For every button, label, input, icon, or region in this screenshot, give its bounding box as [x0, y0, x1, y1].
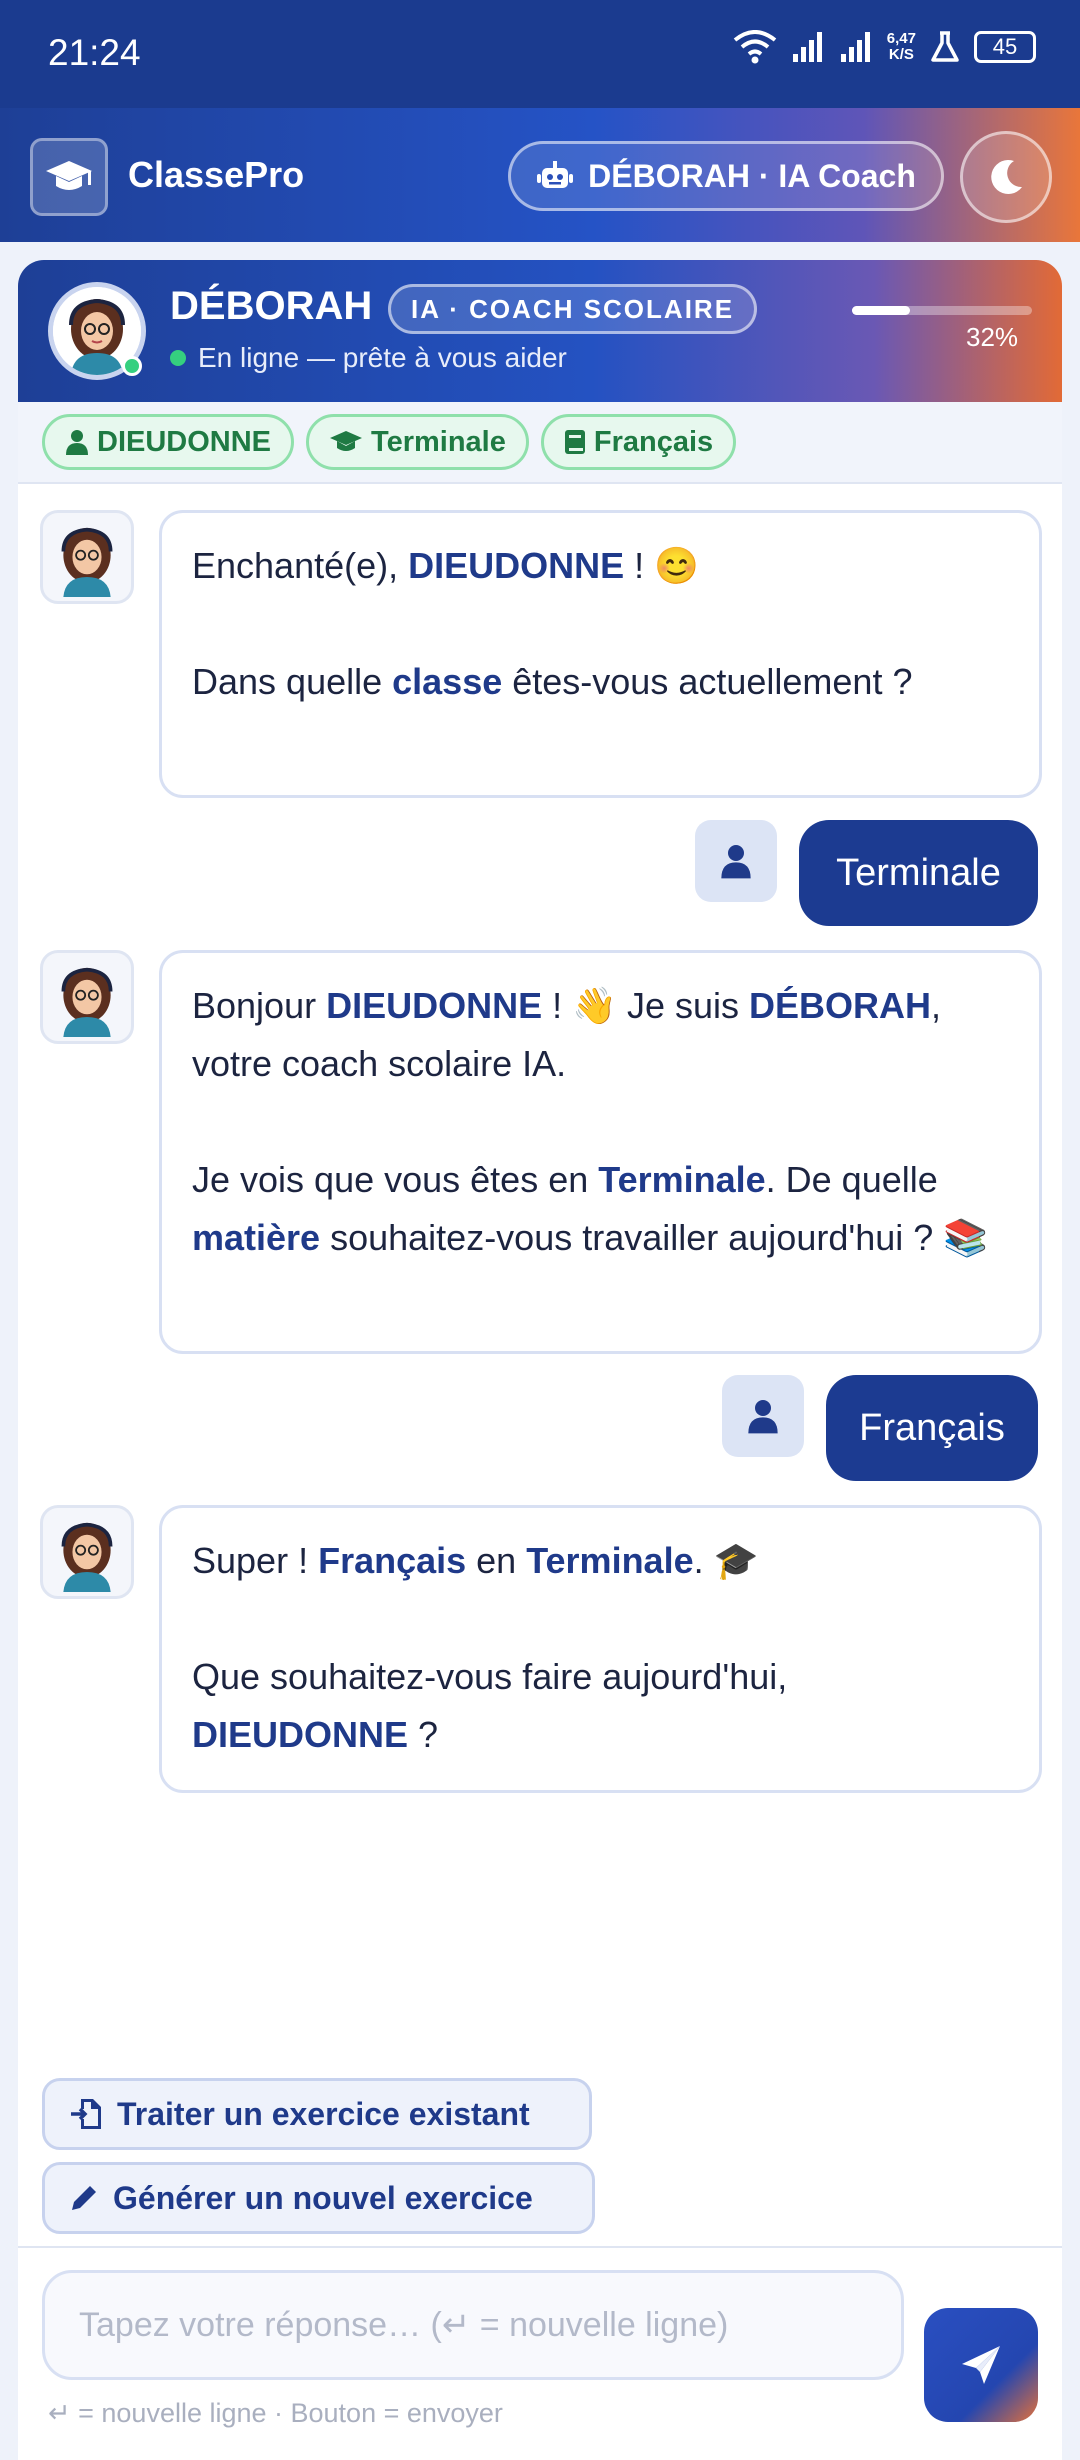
- chat-card: DÉBORAH IA · COACH SCOLAIRE En ligne — p…: [18, 260, 1062, 2460]
- coach-portrait-icon: [61, 527, 113, 597]
- bot-message: Super ! Français en Terminale. 🎓 Que sou…: [159, 1505, 1042, 1793]
- logo: [30, 138, 108, 216]
- message-paragraph: Que souhaitez-vous faire aujourd'hui, DI…: [192, 1656, 788, 1755]
- battery-indicator: 45: [974, 31, 1036, 63]
- progress-bar: [852, 306, 1032, 315]
- moon-icon: [991, 159, 1022, 194]
- coach-portrait-icon: [61, 1522, 113, 1592]
- message-input[interactable]: Tapez votre réponse… (↵ = nouvelle ligne…: [42, 2270, 904, 2380]
- message-paragraph: Super ! Français en Terminale. 🎓: [192, 1540, 759, 1581]
- coach-selector-button[interactable]: DÉBORAH · IA Coach: [508, 141, 944, 211]
- status-dot: [170, 350, 186, 366]
- book-icon: [564, 430, 585, 454]
- coach-portrait-icon: [61, 967, 113, 1037]
- bot-avatar: [40, 950, 134, 1044]
- message-paragraph: Dans quelle classe êtes-vous actuellemen…: [192, 661, 913, 702]
- send-button[interactable]: [924, 2308, 1038, 2422]
- process-existing-label: Traiter un exercice existant: [117, 2095, 530, 2132]
- signal-icon: [792, 32, 822, 62]
- generate-exercise-button[interactable]: Générer un nouvel exercice: [42, 2162, 595, 2234]
- status-icons: 6,47 K/S 45: [733, 30, 1036, 64]
- online-indicator: [122, 356, 142, 376]
- dark-mode-toggle[interactable]: [960, 131, 1052, 223]
- user-message: Terminale: [799, 820, 1038, 926]
- signal-icon-2: [840, 32, 870, 62]
- coach-name: DÉBORAH: [170, 284, 373, 328]
- user-icon: [721, 845, 751, 879]
- bot-avatar: [40, 1505, 134, 1599]
- message-paragraph: Enchanté(e), DIEUDONNE ! 😊: [192, 545, 699, 586]
- status-bar: 21:24 6,47 K/S 45: [0, 0, 1080, 108]
- coach-status: En ligne — prête à vous aider: [170, 342, 567, 374]
- user-icon: [748, 1400, 778, 1434]
- graduation-cap-icon: [46, 161, 92, 190]
- network-speed: 6,47 K/S: [886, 30, 916, 63]
- coach-pill-label: DÉBORAH · IA Coach: [588, 157, 916, 194]
- flask-icon: [931, 31, 959, 62]
- context-tags: DIEUDONNE Terminale Français: [18, 402, 1062, 484]
- app-header: ClassePro DÉBORAH · IA Coach: [0, 108, 1080, 242]
- graduation-cap-icon: [330, 431, 363, 451]
- user-avatar: [695, 820, 777, 902]
- progress-label: 32%: [966, 322, 1019, 352]
- progress-bar-fill: [852, 306, 910, 315]
- send-icon: [962, 2346, 1000, 2384]
- user-message: Français: [826, 1375, 1038, 1481]
- coach-role-badge: IA · COACH SCOLAIRE: [388, 284, 758, 334]
- bot-message: Bonjour DIEUDONNE ! 👋 Je suis DÉBORAH, v…: [159, 950, 1042, 1354]
- tag-subject-label: Français: [593, 425, 714, 458]
- coach-status-text: En ligne — prête à vous aider: [198, 342, 567, 373]
- app-title: ClassePro: [128, 154, 305, 195]
- robot-icon: [537, 161, 574, 188]
- bot-avatar: [40, 510, 134, 604]
- tag-student-label: DIEUDONNE: [97, 425, 272, 458]
- tag-subject: Français: [540, 414, 737, 470]
- bot-message: Enchanté(e), DIEUDONNE ! 😊 Dans quelle c…: [159, 510, 1042, 798]
- user-avatar: [722, 1375, 804, 1457]
- composer: Tapez votre réponse… (↵ = nouvelle ligne…: [18, 2246, 1062, 2460]
- input-hint: ↵ = nouvelle ligne · Bouton = envoyer: [48, 2398, 503, 2428]
- file-import-icon: [71, 2099, 101, 2129]
- wifi-icon: [733, 30, 777, 64]
- coach-header: DÉBORAH IA · COACH SCOLAIRE En ligne — p…: [18, 260, 1062, 402]
- process-existing-exercise-button[interactable]: Traiter un exercice existant: [42, 2078, 592, 2150]
- tag-grade: Terminale: [306, 414, 529, 470]
- message-paragraph: Bonjour DIEUDONNE ! 👋 Je suis DÉBORAH, v…: [192, 985, 942, 1084]
- clock: 21:24: [48, 32, 141, 73]
- user-icon: [66, 430, 88, 455]
- pencil-icon: [72, 2186, 96, 2210]
- generate-exercise-label: Générer un nouvel exercice: [113, 2179, 533, 2216]
- message-paragraph: Je vois que vous êtes en Terminale. De q…: [192, 1159, 989, 1258]
- tag-grade-label: Terminale: [371, 425, 506, 458]
- tag-student: DIEUDONNE: [42, 414, 295, 470]
